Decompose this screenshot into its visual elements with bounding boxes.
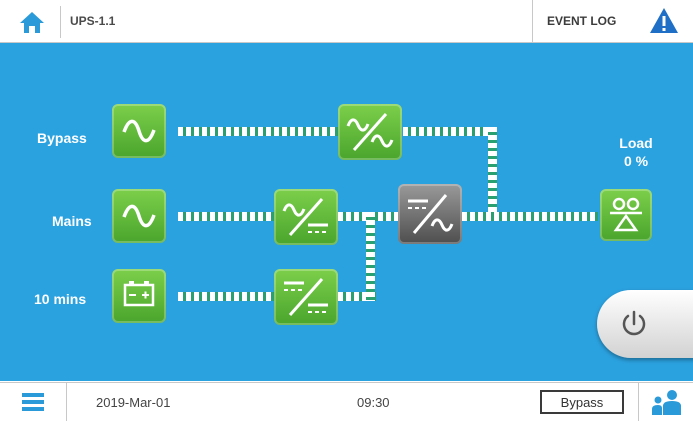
bypass-switch-module[interactable] [338, 104, 402, 160]
menu-icon [22, 393, 44, 411]
home-icon [20, 12, 44, 33]
battery-flow-line [178, 292, 274, 301]
bypass-drop-line [488, 127, 497, 217]
output-line [462, 212, 598, 221]
bypass-output-line [403, 127, 497, 136]
mains-flow-line [178, 212, 274, 221]
load-value: 0 % [623, 153, 649, 169]
event-log-button[interactable]: EVENT LOG [532, 0, 693, 42]
power-button[interactable] [597, 290, 693, 358]
bypass-flow-line [178, 127, 338, 136]
charger-module[interactable] [274, 269, 338, 325]
power-flow-diagram: Bypass Mains 10 mins Load 0 % [0, 43, 693, 381]
ac-sine-icon [122, 119, 156, 143]
load-module[interactable] [600, 189, 652, 241]
ac-ac-converter-icon [346, 113, 394, 151]
charger-dc-line [366, 212, 375, 301]
power-icon [622, 310, 646, 336]
load-label: Load [619, 135, 653, 151]
event-log-label: EVENT LOG [547, 14, 617, 28]
battery-module[interactable] [112, 269, 166, 323]
inverter-module[interactable] [398, 184, 462, 244]
device-name: UPS-1.1 [70, 14, 116, 28]
load-icon [610, 197, 642, 232]
menu-button[interactable] [0, 383, 67, 421]
ac-dc-rectifier-icon [282, 198, 328, 236]
system-date: 2019-Mar-01 [96, 395, 171, 410]
bypass-label: Bypass [37, 130, 87, 146]
user-button[interactable] [638, 383, 693, 421]
battery-icon [123, 281, 155, 307]
system-time: 09:30 [357, 395, 390, 410]
ups-screen: UPS-1.1 EVENT LOG Bypass Mains 10 mins L… [0, 0, 693, 421]
dc-dc-converter-icon [284, 278, 328, 316]
users-icon [651, 390, 681, 415]
bypass-input-module[interactable] [112, 104, 166, 158]
rectifier-module[interactable] [274, 189, 338, 245]
home-button[interactable] [4, 6, 61, 38]
load-readout: Load 0 % [606, 134, 666, 170]
mains-label: Mains [52, 213, 92, 229]
mains-input-module[interactable] [112, 189, 166, 243]
bottom-bar: 2019-Mar-01 09:30 Bypass [0, 382, 693, 421]
ac-sine-icon [122, 204, 156, 228]
operating-mode-badge: Bypass [540, 390, 624, 414]
top-bar: UPS-1.1 EVENT LOG [0, 0, 693, 43]
battery-runtime-label: 10 mins [34, 291, 87, 307]
dc-ac-inverter-icon [408, 194, 454, 234]
warning-triangle-icon [650, 8, 678, 33]
